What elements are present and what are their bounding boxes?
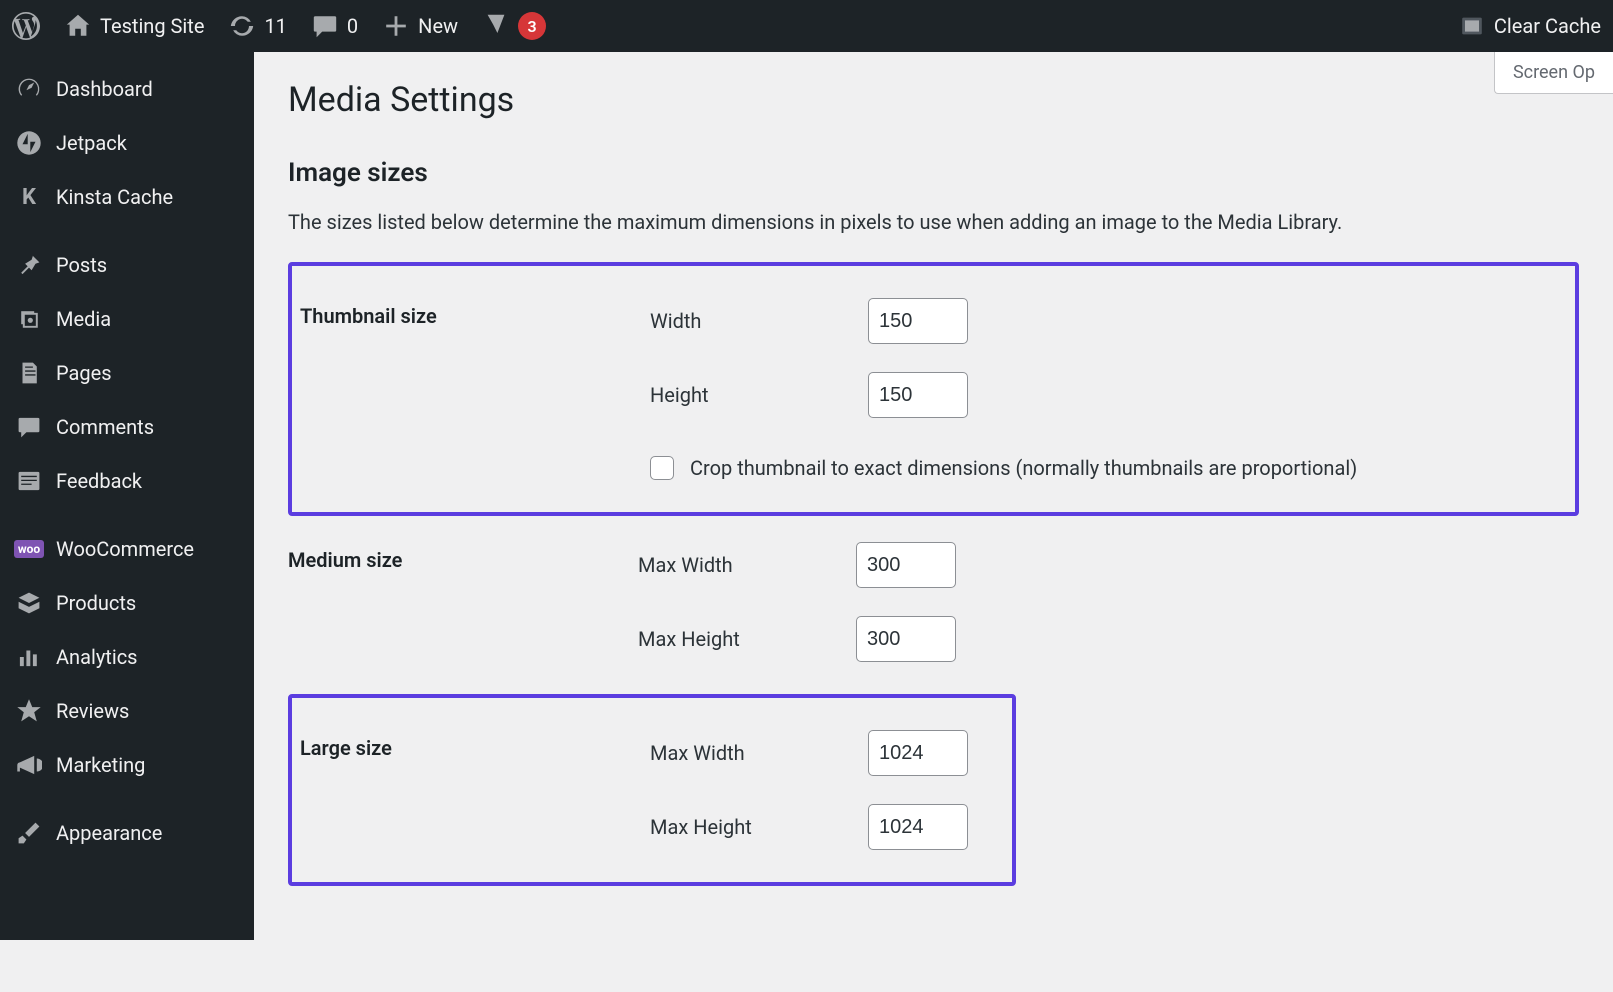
- plus-icon: [382, 12, 410, 40]
- thumbnail-width-input[interactable]: [868, 298, 968, 344]
- sidebar-item-label: Analytics: [56, 645, 138, 669]
- sidebar-item-reviews[interactable]: Reviews: [0, 684, 254, 738]
- kinsta-icon: K: [16, 184, 42, 210]
- comments-item[interactable]: 0: [299, 0, 370, 52]
- sidebar-item-posts[interactable]: Posts: [0, 238, 254, 292]
- sidebar-item-dashboard[interactable]: Dashboard: [0, 62, 254, 116]
- section-title: Image sizes: [288, 158, 1579, 188]
- sidebar-item-label: Marketing: [56, 753, 145, 777]
- thumbnail-width-label: Width: [650, 309, 850, 333]
- large-max-height-label: Max Height: [650, 815, 850, 839]
- sidebar-item-appearance[interactable]: Appearance: [0, 806, 254, 860]
- large-heading: Large size: [300, 716, 640, 790]
- thumbnail-height-label: Height: [650, 383, 850, 407]
- refresh-icon: [228, 12, 256, 40]
- medium-max-height-label: Max Height: [638, 627, 838, 651]
- star-icon: [16, 698, 42, 724]
- large-max-height-input[interactable]: [868, 804, 968, 850]
- clear-cache-item[interactable]: Clear Cache: [1446, 0, 1613, 52]
- sidebar-item-media[interactable]: Media: [0, 292, 254, 346]
- dashboard-icon: [16, 76, 42, 102]
- sidebar-item-comments[interactable]: Comments: [0, 400, 254, 454]
- cache-icon: [1458, 12, 1486, 40]
- thumbnail-crop-checkbox[interactable]: [650, 456, 674, 480]
- admin-bar: Testing Site 11 0 New 3 Clear Cache: [0, 0, 1613, 52]
- sidebar-item-woocommerce[interactable]: woo WooCommerce: [0, 522, 254, 576]
- thumbnail-crop-label: Crop thumbnail to exact dimensions (norm…: [690, 456, 1357, 480]
- woocommerce-icon: woo: [16, 536, 42, 562]
- pin-icon: [16, 252, 42, 278]
- sidebar-item-label: Media: [56, 307, 111, 331]
- large-max-width-input[interactable]: [868, 730, 968, 776]
- sidebar-item-products[interactable]: Products: [0, 576, 254, 630]
- sidebar-item-kinsta[interactable]: K Kinsta Cache: [0, 170, 254, 224]
- screen-options-tab[interactable]: Screen Op: [1494, 52, 1613, 94]
- comment-icon: [16, 414, 42, 440]
- sidebar-item-label: Feedback: [56, 469, 142, 493]
- pages-icon: [16, 360, 42, 386]
- yoast-badge: 3: [518, 12, 546, 40]
- sidebar-item-label: Comments: [56, 415, 154, 439]
- large-max-width-label: Max Width: [650, 741, 850, 765]
- sidebar-item-label: Kinsta Cache: [56, 185, 173, 209]
- sidebar-item-label: Pages: [56, 361, 112, 385]
- medium-max-height-input[interactable]: [856, 616, 956, 662]
- admin-sidebar: Dashboard Jetpack K Kinsta Cache Posts M…: [0, 52, 254, 940]
- new-label: New: [418, 14, 458, 38]
- yoast-icon: [482, 12, 510, 40]
- sidebar-item-feedback[interactable]: Feedback: [0, 454, 254, 508]
- large-highlight-box: Large size Max Width Max Height: [288, 694, 1016, 886]
- sidebar-item-analytics[interactable]: Analytics: [0, 630, 254, 684]
- sidebar-item-label: Posts: [56, 253, 107, 277]
- clear-cache-label: Clear Cache: [1494, 14, 1601, 38]
- megaphone-icon: [16, 752, 42, 778]
- site-name-label: Testing Site: [100, 14, 204, 38]
- sidebar-item-pages[interactable]: Pages: [0, 346, 254, 400]
- sidebar-item-label: Dashboard: [56, 77, 153, 101]
- page-title: Media Settings: [288, 80, 1579, 120]
- updates-item[interactable]: 11: [216, 0, 298, 52]
- comment-icon: [311, 12, 339, 40]
- section-description: The sizes listed below determine the max…: [288, 210, 1579, 234]
- comments-count: 0: [347, 14, 358, 38]
- site-name-item[interactable]: Testing Site: [52, 0, 216, 52]
- wp-logo[interactable]: [0, 0, 52, 52]
- medium-max-width-input[interactable]: [856, 542, 956, 588]
- sidebar-item-label: Products: [56, 591, 136, 615]
- content-area: Screen Op Media Settings Image sizes The…: [254, 52, 1613, 926]
- media-icon: [16, 306, 42, 332]
- sidebar-item-label: WooCommerce: [56, 537, 194, 561]
- feedback-icon: [16, 468, 42, 494]
- products-icon: [16, 590, 42, 616]
- screen-options-label: Screen Op: [1513, 62, 1595, 83]
- new-item[interactable]: New: [370, 0, 470, 52]
- jetpack-icon: [16, 130, 42, 156]
- analytics-icon: [16, 644, 42, 670]
- medium-heading: Medium size: [288, 528, 628, 602]
- yoast-item[interactable]: 3: [470, 0, 558, 52]
- medium-max-width-label: Max Width: [638, 553, 838, 577]
- sidebar-item-label: Appearance: [56, 821, 162, 845]
- thumbnail-height-input[interactable]: [868, 372, 968, 418]
- sidebar-item-jetpack[interactable]: Jetpack: [0, 116, 254, 170]
- updates-count: 11: [264, 14, 286, 38]
- home-icon: [64, 12, 92, 40]
- sidebar-item-label: Reviews: [56, 699, 129, 723]
- sidebar-item-marketing[interactable]: Marketing: [0, 738, 254, 792]
- sidebar-item-label: Jetpack: [56, 131, 127, 155]
- wordpress-icon: [12, 12, 40, 40]
- brush-icon: [16, 820, 42, 846]
- thumbnail-highlight-box: Thumbnail size Width Height: [288, 262, 1579, 516]
- thumbnail-heading: Thumbnail size: [300, 284, 640, 358]
